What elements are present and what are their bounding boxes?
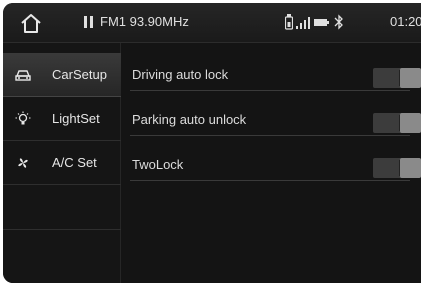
radio-frequency: FM1 93.90MHz: [100, 14, 189, 29]
sidebar-item-lightset[interactable]: LightSet: [3, 97, 121, 141]
sidebar-item-label: A/C Set: [52, 155, 97, 170]
battery-icon: [314, 19, 329, 26]
row-divider: [130, 180, 410, 181]
sidebar: CarSetup LightSet A/C Set: [3, 43, 121, 283]
sidebar-item-label: CarSetup: [52, 67, 107, 82]
setting-label: Parking auto unlock: [132, 112, 247, 127]
row-divider: [130, 90, 410, 91]
sidebar-item-carsetup[interactable]: CarSetup: [3, 53, 121, 97]
usb-icon: [285, 14, 293, 30]
setting-label: Driving auto lock: [132, 67, 229, 82]
clock: 01:20: [390, 14, 421, 29]
status-bar: FM1 93.90MHz 01:20: [3, 3, 421, 43]
car-icon: [15, 70, 31, 81]
fan-icon: [18, 158, 28, 168]
row-divider: [130, 135, 410, 136]
settings-panel: Driving auto lock Parking auto unlock Tw…: [121, 43, 421, 283]
signal-icon: [296, 17, 310, 29]
home-button[interactable]: [19, 12, 43, 34]
setting-row-twolock: TwoLock: [121, 137, 421, 181]
bulb-icon: [15, 111, 31, 125]
setting-row-parking-auto-unlock: Parking auto unlock: [121, 92, 421, 136]
parking-auto-unlock-toggle[interactable]: [373, 113, 421, 133]
twolock-toggle[interactable]: [373, 158, 421, 178]
bluetooth-icon: [334, 14, 343, 30]
sidebar-divider: [3, 229, 121, 230]
head-unit-screen: FM1 93.90MHz 01:20 CarSetup LightSet A/C…: [3, 3, 421, 283]
pause-icon[interactable]: [84, 16, 93, 28]
setting-row-driving-auto-lock: Driving auto lock: [121, 47, 421, 91]
home-icon: [21, 14, 41, 33]
sidebar-item-label: LightSet: [52, 111, 100, 126]
sidebar-item-ac-set[interactable]: A/C Set: [3, 141, 121, 185]
setting-label: TwoLock: [132, 157, 184, 172]
driving-auto-lock-toggle[interactable]: [373, 68, 421, 88]
